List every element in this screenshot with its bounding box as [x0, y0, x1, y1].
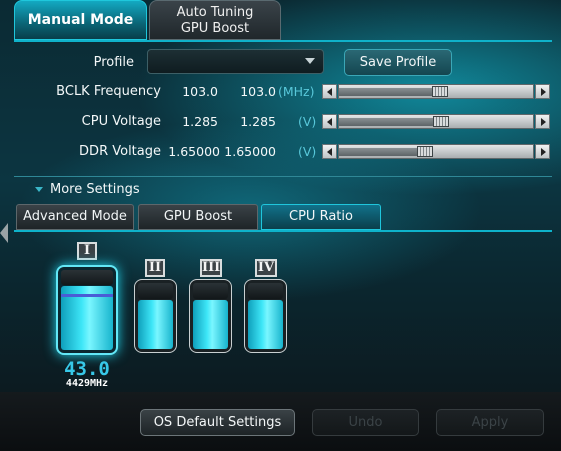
bclk-slider[interactable] [322, 84, 550, 99]
tab-cpu-ratio[interactable]: CPU Ratio [261, 204, 381, 230]
app-window: Manual Mode Auto Tuning GPU Boost Profil… [0, 0, 561, 451]
tab-auto-label-line1: Auto Tuning [176, 5, 254, 20]
cpu-voltage-label: CPU Voltage [81, 114, 161, 129]
core-3-cap [193, 283, 228, 299]
core-4-bar[interactable] [244, 279, 287, 353]
ddr-voltage-slider-track[interactable] [338, 144, 534, 159]
bclk-current-value: 103.0 [182, 84, 218, 99]
profile-dropdown[interactable] [147, 49, 324, 74]
bclk-slider-thumb[interactable] [432, 86, 448, 97]
core-2-fill [138, 300, 173, 349]
ddr-voltage-current-value: 1.65000 [168, 144, 220, 159]
ddr-voltage-slider-thumb[interactable] [417, 146, 433, 157]
expand-triangle-icon [35, 187, 43, 192]
section-divider [14, 176, 552, 177]
ddr-voltage-slider-fill [339, 148, 417, 156]
cpu-frequency-value: 4429MHz [65, 378, 109, 389]
core-1-bar[interactable] [56, 265, 118, 355]
cpu-ratio-value: 43.0 [64, 358, 110, 380]
core-3-bar[interactable] [189, 279, 232, 353]
cpu-voltage-increase-arrow-icon[interactable] [535, 114, 550, 129]
cpu-voltage-slider-thumb[interactable] [433, 116, 449, 127]
tab-advanced-mode[interactable]: Advanced Mode [16, 204, 134, 230]
bclk-frequency-label: BCLK Frequency [56, 84, 161, 99]
more-settings-label: More Settings [50, 182, 140, 197]
cpu-voltage-slider[interactable] [322, 114, 550, 129]
core-1-label[interactable]: I [77, 242, 97, 260]
core-2-label[interactable]: II [145, 259, 165, 277]
tab-manual-mode[interactable]: Manual Mode [14, 0, 147, 40]
undo-button[interactable]: Undo [312, 409, 419, 436]
bclk-unit: (MHz) [278, 84, 315, 99]
ddr-voltage-increase-arrow-icon[interactable] [535, 144, 550, 159]
bclk-increase-arrow-icon[interactable] [535, 84, 550, 99]
save-profile-button[interactable]: Save Profile [344, 49, 452, 76]
core-3-fill [193, 300, 228, 349]
apply-button[interactable]: Apply [436, 409, 544, 436]
tab-auto-tuning-gpu-boost[interactable]: Auto Tuning GPU Boost [149, 0, 281, 40]
profile-label: Profile [93, 55, 134, 70]
os-default-settings-button[interactable]: OS Default Settings [140, 409, 295, 436]
tab-gpu-boost[interactable]: GPU Boost [138, 204, 258, 230]
cpu-voltage-decrease-arrow-icon[interactable] [322, 114, 337, 129]
chevron-down-icon [305, 58, 315, 64]
core-2-cap [138, 283, 173, 299]
cpu-voltage-target-value: 1.285 [240, 114, 276, 129]
tab-auto-label-line2: GPU Boost [180, 21, 250, 36]
core-4-label[interactable]: IV [255, 259, 277, 277]
cpu-voltage-slider-fill [339, 118, 433, 126]
cpu-voltage-unit: (V) [298, 114, 317, 129]
bclk-target-value: 103.0 [240, 84, 276, 99]
core-1-level-mark [61, 294, 113, 297]
cpu-voltage-current-value: 1.285 [182, 114, 218, 129]
ddr-voltage-decrease-arrow-icon[interactable] [322, 144, 337, 159]
tab-manual-mode-label: Manual Mode [27, 12, 134, 28]
sub-tab-underline [14, 230, 552, 232]
tab-underline [14, 40, 552, 42]
more-settings-toggle[interactable]: More Settings [35, 182, 140, 197]
ddr-voltage-unit: (V) [298, 144, 317, 159]
ddr-voltage-label: DDR Voltage [79, 144, 161, 159]
core-4-fill [248, 300, 283, 349]
ddr-voltage-slider[interactable] [322, 144, 550, 159]
ddr-voltage-target-value: 1.65000 [224, 144, 276, 159]
core-3-label[interactable]: III [200, 259, 222, 277]
core-4-cap [248, 283, 283, 299]
cpu-voltage-slider-track[interactable] [338, 114, 534, 129]
core-1-cap [61, 270, 113, 285]
core-2-bar[interactable] [134, 279, 177, 353]
collapse-left-arrow-icon[interactable] [0, 223, 8, 243]
bclk-decrease-arrow-icon[interactable] [322, 84, 337, 99]
bclk-slider-fill [339, 88, 432, 96]
bclk-slider-track[interactable] [338, 84, 534, 99]
